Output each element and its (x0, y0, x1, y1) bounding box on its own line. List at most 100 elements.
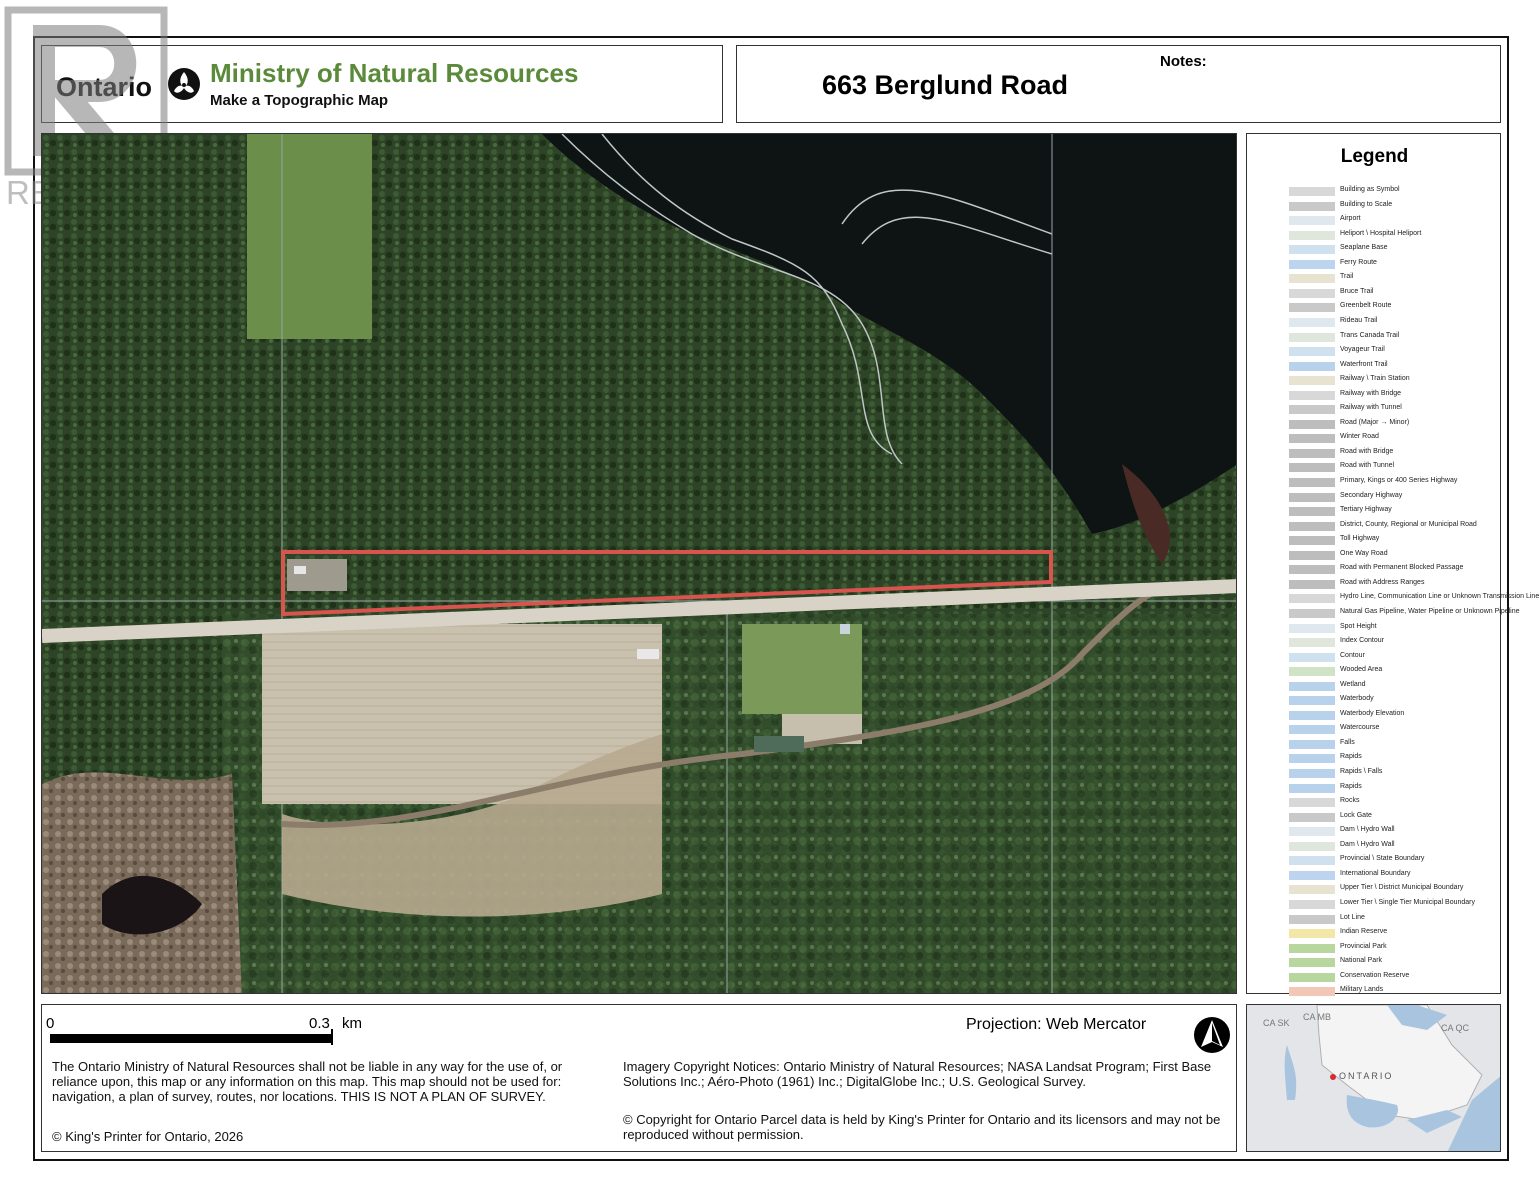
legend-symbol-icon (1289, 812, 1335, 822)
legend-item: Provincial \ State Boundary (1247, 855, 1502, 869)
legend-item: Conservation Reserve (1247, 972, 1502, 986)
locator-inset-map[interactable]: CA SK CA MB CA QC ONTARIO (1246, 1004, 1501, 1152)
map-footer: 0 0.3 km Projection: Web Mercator The On… (41, 1004, 1237, 1152)
legend-symbol-icon (1289, 652, 1335, 662)
legend-symbol-icon (1289, 943, 1335, 953)
legend-item-label: Lock Gate (1340, 811, 1372, 819)
map-title: 663 Berglund Road (822, 70, 1069, 100)
legend-item: District, County, Regional or Municipal … (1247, 521, 1502, 535)
legend-item: Waterbody Elevation (1247, 710, 1502, 724)
legend-symbol-icon (1289, 870, 1335, 880)
legend-item-label: Road with Address Ranges (1340, 578, 1425, 586)
legend-item: Index Contour (1247, 637, 1502, 651)
legend-item-label: Rocks (1340, 797, 1360, 805)
legend-symbol-icon (1289, 739, 1335, 749)
legend-item-label: Airport (1340, 215, 1361, 223)
legend-item: Dam \ Hydro Wall (1247, 826, 1502, 840)
legend-symbol-icon (1289, 987, 1335, 997)
legend-item-label: Seaplane Base (1340, 244, 1388, 252)
legend-item: Contour (1247, 652, 1502, 666)
inset-label-qc: CA QC (1441, 1023, 1470, 1033)
inset-label-sk: CA SK (1263, 1018, 1290, 1028)
legend-item: Trail (1247, 273, 1502, 287)
legend-item: Secondary Highway (1247, 492, 1502, 506)
legend-item-label: Road with Bridge (1340, 447, 1394, 455)
title-block: 663 Berglund Road Notes: (736, 45, 1501, 123)
legend-item: Lower Tier \ Single Tier Municipal Bound… (1247, 899, 1502, 913)
aerial-map[interactable] (41, 133, 1237, 994)
legend-item-label: Watercourse (1340, 724, 1380, 732)
legend-item-label: Building as Symbol (1340, 186, 1400, 193)
legend-item-label: Dam \ Hydro Wall (1340, 840, 1395, 848)
legend-item: Road with Tunnel (1247, 462, 1502, 476)
legend-item: Waterfront Trail (1247, 361, 1502, 375)
legend-symbol-icon (1289, 463, 1335, 473)
legend-symbol-icon (1289, 827, 1335, 837)
legend-symbol-icon (1289, 434, 1335, 444)
legend-item-label: Dam \ Hydro Wall (1340, 826, 1395, 834)
legend-item-label: Voyageur Trail (1340, 346, 1385, 354)
legend-item-label: Railway with Bridge (1340, 389, 1402, 397)
inset-map-drawing: CA SK CA MB CA QC ONTARIO (1247, 1005, 1500, 1151)
legend-symbol-icon (1289, 274, 1335, 284)
legend-symbol-icon (1289, 347, 1335, 357)
north-arrow-icon (1194, 1017, 1230, 1053)
legend-item-label: Rapids (1340, 753, 1362, 761)
legend-item: Road (Major → Minor) (1247, 419, 1502, 433)
legend-item-label: Trans Canada Trail (1340, 331, 1400, 339)
legend-item: Trans Canada Trail (1247, 332, 1502, 346)
legend-symbol-icon (1289, 303, 1335, 313)
legend-item-label: Railway with Tunnel (1340, 404, 1402, 412)
legend-item-label: Winter Road (1340, 433, 1379, 441)
legend-symbol-icon (1289, 288, 1335, 298)
legend-item-label: Greenbelt Route (1340, 302, 1392, 310)
legend-item-label: Waterfront Trail (1340, 360, 1388, 368)
legend-symbol-icon (1289, 536, 1335, 546)
legend-item: Upper Tier \ District Municipal Boundary (1247, 884, 1502, 898)
legend-item-label: Secondary Highway (1340, 491, 1403, 499)
legend-item: Lock Gate (1247, 812, 1502, 826)
aerial-imagery (42, 134, 1236, 993)
legend-symbol-icon (1289, 638, 1335, 648)
legend-item-label: Hydro Line, Communication Line or Unknow… (1340, 593, 1540, 601)
legend-symbol-icon (1289, 623, 1335, 633)
legend-symbol-icon (1289, 492, 1335, 502)
legend-item-label: Military Lands (1340, 986, 1384, 994)
legend-item: Natural Gas Pipeline, Water Pipeline or … (1247, 608, 1520, 622)
legend-item: Dam \ Hydro Wall (1247, 841, 1502, 855)
legend-item: Watercourse (1247, 724, 1502, 738)
legend-symbol-icon (1289, 608, 1335, 618)
legend-item-label: Road with Permanent Blocked Passage (1340, 564, 1464, 572)
legend-item: Road with Address Ranges (1247, 579, 1502, 593)
legend-item: Spot Height (1247, 623, 1502, 637)
crown-copyright: © King's Printer for Ontario, 2026 (52, 1129, 244, 1144)
legend-item: Winter Road (1247, 433, 1502, 447)
legend-symbol-icon (1289, 201, 1335, 211)
legend-symbol-icon (1289, 187, 1335, 196)
legend-item-label: Bruce Trail (1340, 287, 1374, 295)
legend-item: Falls (1247, 739, 1502, 753)
legend-symbol-icon (1289, 958, 1335, 968)
legend-item: Railway \ Train Station (1247, 375, 1502, 389)
legend-symbol-icon (1289, 361, 1335, 371)
legend-item: Voyageur Trail (1247, 346, 1502, 360)
legend-item-label: Upper Tier \ District Municipal Boundary (1340, 884, 1464, 892)
legend-symbol-icon (1289, 914, 1335, 924)
legend-symbol-icon (1289, 972, 1335, 982)
legend-symbol-icon (1289, 579, 1335, 589)
legend-item: Seaplane Base (1247, 244, 1502, 258)
legend-item: National Park (1247, 957, 1502, 971)
legend-item-label: Road with Tunnel (1340, 462, 1395, 470)
green-field (247, 134, 372, 339)
legend-symbol-icon (1289, 594, 1335, 604)
legend-item-label: Tertiary Highway (1340, 506, 1392, 514)
legend-item-label: Index Contour (1340, 637, 1384, 645)
legend-symbol-icon (1289, 259, 1335, 269)
legend-symbol-icon (1289, 681, 1335, 691)
legend-symbol-icon (1289, 929, 1335, 939)
scale-zero: 0 (46, 1015, 55, 1032)
legend-item-label: National Park (1340, 957, 1383, 965)
legend-item-label: Conservation Reserve (1340, 971, 1410, 979)
legend-item: One Way Road (1247, 550, 1502, 564)
legend-item-label: Trail (1340, 273, 1354, 281)
